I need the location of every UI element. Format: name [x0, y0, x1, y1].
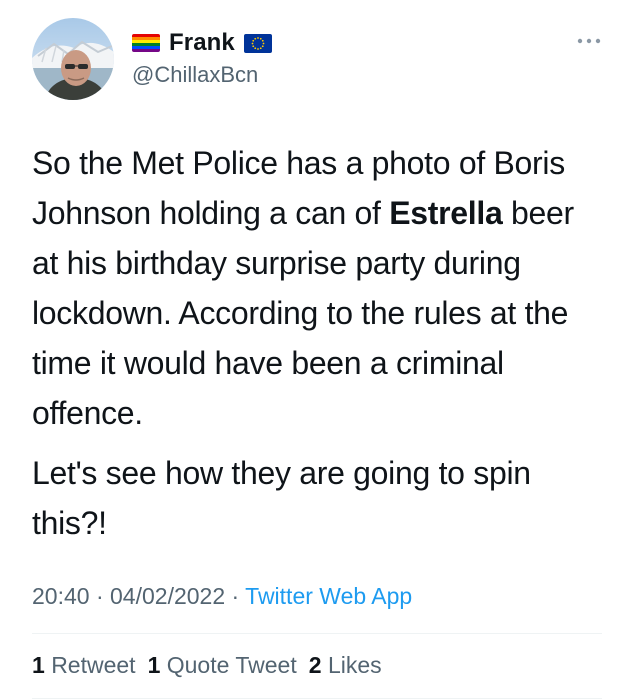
likes-label: Likes	[327, 652, 382, 678]
divider	[32, 698, 602, 699]
eu-star	[259, 37, 262, 40]
quote-label: Quote Tweet	[166, 652, 297, 678]
author-block: Frank @ChillaxBcn	[132, 28, 272, 88]
tweet-source-link[interactable]: Twitter Web App	[245, 583, 412, 609]
eu-star	[254, 37, 257, 40]
rainbow-flag-icon	[132, 34, 160, 52]
tweet-text: So the Met Police has a photo of Boris J…	[32, 138, 607, 548]
avatar[interactable]	[32, 18, 114, 100]
eu-star	[262, 42, 265, 44]
tweet-meta: 20:40 · 04/02/2022 · Twitter Web App	[32, 583, 412, 610]
likes-stat[interactable]: 2 Likes	[309, 652, 382, 679]
eu-star	[252, 44, 254, 47]
more-horizontal-icon[interactable]	[576, 36, 602, 46]
retweets-label: Retweet	[51, 652, 136, 678]
tweet-stats: 1 Retweet 1 Quote Tweet 2 Likes	[32, 652, 382, 679]
quote-count: 1	[147, 652, 161, 678]
tweet-time[interactable]: 20:40	[32, 583, 90, 609]
tweet-date[interactable]: 04/02/2022	[110, 583, 225, 609]
eu-star	[252, 39, 254, 42]
tweet-header: Frank @ChillaxBcn	[32, 18, 602, 106]
likes-count: 2	[308, 652, 322, 678]
eu-star	[254, 46, 257, 49]
tweet-text-bold: Estrella	[389, 195, 503, 231]
tweet-paragraph-1: So the Met Police has a photo of Boris J…	[32, 138, 607, 438]
retweets-stat[interactable]: 1 Retweet	[32, 652, 136, 679]
eu-star	[261, 44, 264, 47]
eu-star	[256, 47, 259, 50]
retweets-count: 1	[32, 652, 45, 678]
meta-separator: ·	[225, 583, 246, 609]
eu-flag-icon	[243, 33, 272, 53]
eu-star	[251, 42, 254, 44]
eu-star	[261, 39, 264, 42]
user-handle[interactable]: @ChillaxBcn	[132, 62, 272, 88]
avatar-image	[32, 18, 114, 100]
divider	[32, 633, 602, 634]
eu-star	[256, 36, 259, 39]
display-name[interactable]: Frank	[169, 29, 235, 57]
name-row: Frank	[132, 28, 272, 58]
eu-star	[259, 46, 262, 49]
quote-tweets-stat[interactable]: 1 Quote Tweet	[148, 652, 297, 679]
meta-separator: ·	[89, 583, 111, 609]
tweet-paragraph-2: Let's see how they are going to spin thi…	[32, 455, 531, 541]
